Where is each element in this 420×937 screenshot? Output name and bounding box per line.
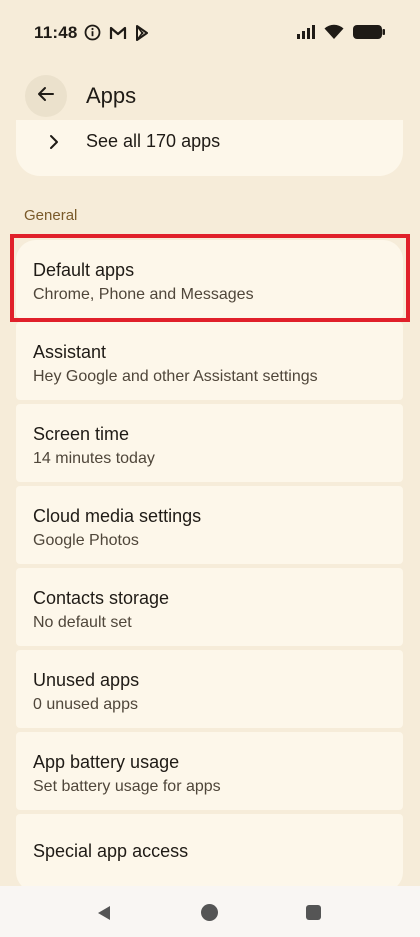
list-item-title: App battery usage	[33, 752, 180, 772]
status-icons-right	[296, 24, 386, 45]
list-item-title: Cloud media settings	[33, 506, 202, 526]
list-item-title: Assistant	[33, 342, 107, 362]
list-item-subtitle: Chrome, Phone and Messages	[33, 286, 254, 303]
list-item-special-app-access[interactable]: Special app access	[16, 814, 403, 892]
cellular-signal-icon	[296, 24, 316, 45]
list-item-subtitle: Set battery usage for apps	[33, 778, 221, 795]
list-item-title: Special app access	[33, 841, 189, 861]
list-item-default-apps[interactable]: Default apps Chrome, Phone and Messages	[16, 240, 403, 318]
list-item-title: Contacts storage	[33, 588, 170, 608]
list-item-title: Screen time	[33, 424, 130, 444]
battery-icon	[352, 24, 386, 45]
nav-home-icon[interactable]	[201, 904, 218, 921]
see-all-apps-button[interactable]: See all 170 apps	[16, 120, 403, 176]
list-item-assistant[interactable]: Assistant Hey Google and other Assistant…	[16, 322, 403, 400]
play-store-icon	[135, 24, 149, 46]
status-time: 11:48	[34, 23, 78, 42]
app-bar: Apps	[0, 74, 420, 120]
back-button[interactable]	[25, 75, 67, 117]
arrow-back-icon	[36, 84, 56, 109]
page-title: Apps	[86, 83, 137, 108]
list-item-subtitle: Hey Google and other Assistant settings	[33, 368, 318, 385]
screen: 11:48 Apps See all 170 apps General Defa…	[0, 0, 420, 937]
list-item-subtitle: 0 unused apps	[33, 696, 138, 713]
list-item-unused-apps[interactable]: Unused apps 0 unused apps	[16, 650, 403, 728]
list-item-subtitle: Google Photos	[33, 532, 139, 549]
see-all-apps-label: See all 170 apps	[86, 131, 221, 151]
list-item-cloud-media-settings[interactable]: Cloud media settings Google Photos	[16, 486, 403, 564]
list-item-app-battery-usage[interactable]: App battery usage Set battery usage for …	[16, 732, 403, 810]
section-header-general: General	[24, 207, 78, 224]
list-item-subtitle: 14 minutes today	[33, 450, 155, 467]
info-circle-icon	[84, 24, 101, 46]
list-item-title: Unused apps	[33, 670, 140, 690]
wifi-icon	[324, 24, 344, 45]
gmail-icon	[109, 25, 127, 46]
list-item-screen-time[interactable]: Screen time 14 minutes today	[16, 404, 403, 482]
chevron-right-icon	[48, 134, 60, 155]
nav-recents-icon[interactable]	[306, 905, 321, 920]
navigation-bar	[0, 886, 420, 937]
status-icons-left	[84, 24, 149, 46]
list-item-subtitle: No default set	[33, 614, 132, 631]
list-item-contacts-storage[interactable]: Contacts storage No default set	[16, 568, 403, 646]
status-bar: 11:48	[0, 0, 420, 68]
nav-back-icon[interactable]	[96, 905, 112, 926]
list-item-title: Default apps	[33, 260, 135, 280]
